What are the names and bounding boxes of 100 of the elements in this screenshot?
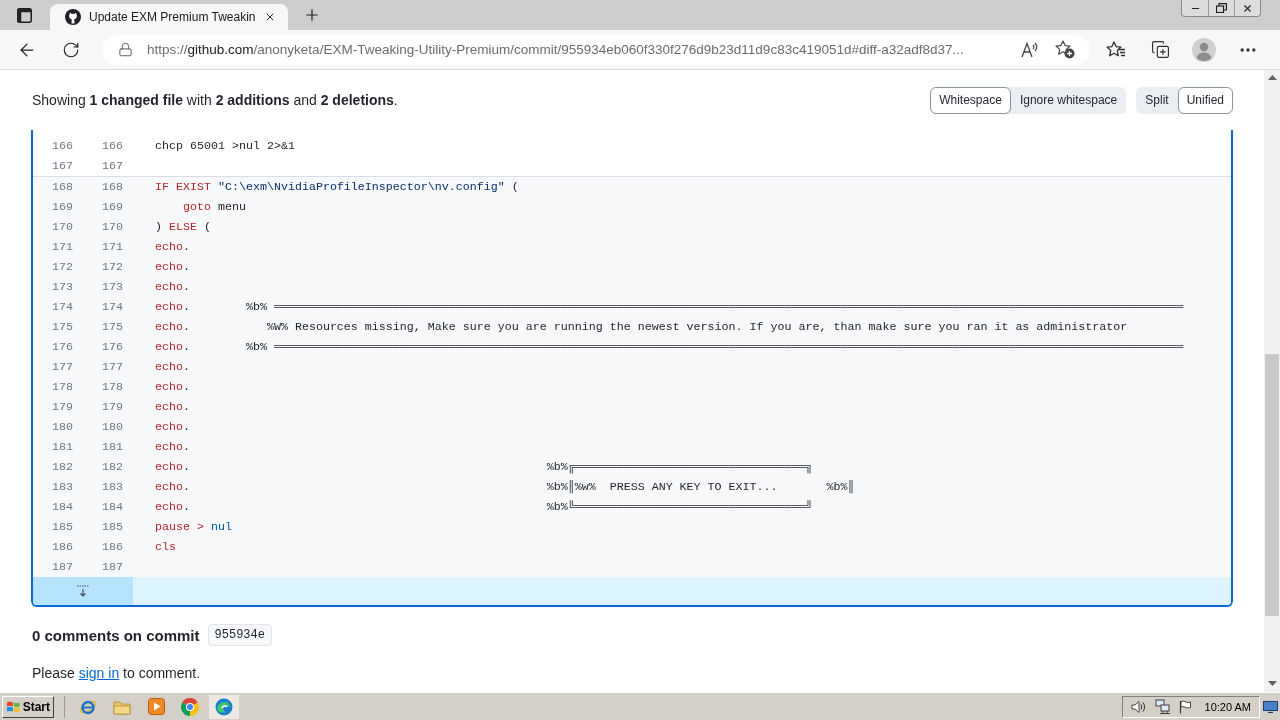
code-line: echo. %b%╔═════════════════════════════════╗ — [154, 460, 814, 474]
line-number: 185 — [101, 520, 124, 534]
code-line: echo. %b%╚═════════════════════════════════╝ — [154, 500, 814, 514]
line-number: 172 — [101, 260, 124, 274]
whitespace-option[interactable]: Whitespace — [930, 86, 1011, 114]
plus-icon[interactable] — [303, 6, 321, 24]
network-icon[interactable] — [1154, 699, 1171, 714]
line-number: 179 — [101, 400, 124, 414]
code-line: cls — [154, 540, 177, 554]
line-number: 172 — [51, 260, 74, 274]
flag-logo-icon — [6, 699, 21, 714]
sign-in-link[interactable]: sign in — [78, 665, 120, 681]
commit-hash: 955934e — [207, 624, 272, 646]
avatar-icon[interactable] — [1192, 37, 1216, 62]
code-line: echo. %b% ══════════════════════════════════════════════════════════════════════════════════════════════════════════════════════════════════ — [154, 340, 1185, 354]
collections-icon[interactable] — [1150, 40, 1170, 59]
speaker-icon[interactable] — [1130, 699, 1147, 714]
line-number: 173 — [101, 280, 124, 294]
line-number: 186 — [101, 540, 124, 554]
line-number: 181 — [101, 440, 124, 454]
code-line: echo. — [154, 400, 191, 414]
code-line: echo. %b%║%w% PRESS ANY KEY TO EXIT... %b%║ — [154, 480, 856, 494]
line-number: 170 — [51, 220, 74, 234]
restore-icon[interactable] — [1216, 3, 1227, 13]
code-line: chcp 65001 >nul 2>&1 — [154, 139, 296, 153]
code-line: echo. — [154, 260, 191, 274]
media-player-icon[interactable] — [147, 698, 165, 715]
line-number: 179 — [51, 400, 74, 414]
line-number: 167 — [51, 159, 74, 173]
read-aloud-icon[interactable] — [1021, 41, 1039, 58]
close-icon[interactable] — [264, 11, 276, 23]
line-number: 183 — [101, 480, 124, 494]
line-number: 178 — [101, 380, 124, 394]
close-icon[interactable] — [1242, 2, 1253, 14]
line-number: 175 — [101, 320, 124, 334]
scroll-down-icon[interactable] — [1267, 681, 1277, 686]
line-number: 184 — [101, 500, 124, 514]
scroll-up-icon[interactable] — [1267, 75, 1277, 80]
view-option[interactable]: Unified — [1177, 86, 1233, 114]
line-number: 170 — [101, 220, 124, 234]
code-line: echo. %b% ══════════════════════════════════════════════════════════════════════════════════════════════════════════════════════════════════ — [154, 300, 1185, 314]
line-number: 178 — [51, 380, 74, 394]
line-number: 184 — [51, 500, 74, 514]
line-number: 177 — [101, 360, 124, 374]
browser-tab[interactable]: Update EXM Premium Tweakin — [50, 4, 288, 30]
lock-icon[interactable] — [118, 42, 133, 57]
refresh-icon[interactable] — [62, 40, 80, 59]
line-number: 186 — [51, 540, 74, 554]
diff-summary: Showing 1 changed file with 2 additions and 2 deletions. — [32, 92, 398, 108]
star-plus-icon[interactable] — [1055, 40, 1075, 59]
favorites-icon[interactable] — [1106, 41, 1126, 58]
code-line: IF EXIST "C:\exm\NvidiaProfileInspector\nv.config" ( — [154, 180, 520, 194]
line-number: 187 — [51, 560, 74, 574]
line-number: 174 — [101, 300, 124, 314]
scrollbar-thumb[interactable] — [1265, 354, 1279, 616]
wave-logo-icon[interactable] — [215, 697, 233, 716]
code-line: ) ELSE ( — [154, 220, 212, 234]
line-number: 175 — [51, 320, 74, 334]
line-number: 174 — [51, 300, 74, 314]
start-button[interactable]: Start — [2, 695, 54, 718]
comments-heading: 0 comments on commit — [32, 626, 200, 644]
line-number: 167 — [101, 159, 124, 173]
line-number: 169 — [51, 200, 74, 214]
line-number: 182 — [101, 460, 124, 474]
line-number: 187 — [101, 560, 124, 574]
expand-down-icon[interactable] — [77, 585, 89, 597]
line-number: 181 — [51, 440, 74, 454]
line-number: 168 — [101, 180, 124, 194]
flag-icon[interactable] — [1178, 699, 1191, 714]
code-line: echo. — [154, 420, 191, 434]
code-line: echo. — [154, 360, 191, 374]
show-desktop-icon[interactable] — [1262, 700, 1278, 713]
logo-icon — [65, 9, 81, 25]
line-number: 185 — [51, 520, 74, 534]
line-number: 183 — [51, 480, 74, 494]
line-number: 180 — [51, 420, 74, 434]
code-line: goto menu — [181, 200, 247, 214]
code-line: echo. — [154, 280, 191, 294]
line-number: 177 — [51, 360, 74, 374]
line-number: 182 — [51, 460, 74, 474]
taskbar-app-button[interactable] — [209, 694, 239, 719]
line-number: 168 — [51, 180, 74, 194]
circle-logo-icon[interactable] — [181, 697, 199, 716]
line-number: 176 — [51, 340, 74, 354]
code-line: pause > nul — [154, 520, 233, 534]
sign-in-prompt: Please sign in to comment. — [31, 664, 202, 683]
line-number: 169 — [101, 200, 124, 214]
code-line: echo. — [154, 240, 191, 254]
code-line: echo. — [154, 380, 191, 394]
line-number: 176 — [101, 340, 124, 354]
clock: 10:20 AM — [1204, 700, 1251, 713]
view-option[interactable]: Split — [1136, 86, 1178, 114]
line-number: 180 — [101, 420, 124, 434]
line-number: 166 — [51, 139, 74, 153]
code-line: echo. — [154, 440, 191, 454]
line-number: 171 — [51, 240, 74, 254]
whitespace-option[interactable]: Ignore whitespace — [1010, 86, 1127, 114]
tab-actions-icon[interactable] — [16, 7, 32, 23]
line-number: 166 — [101, 139, 124, 153]
code-line: echo. %W% Resources missing, Make sure you are running the newest version. If you are, than make sure you ran it as administrator — [154, 320, 1129, 334]
